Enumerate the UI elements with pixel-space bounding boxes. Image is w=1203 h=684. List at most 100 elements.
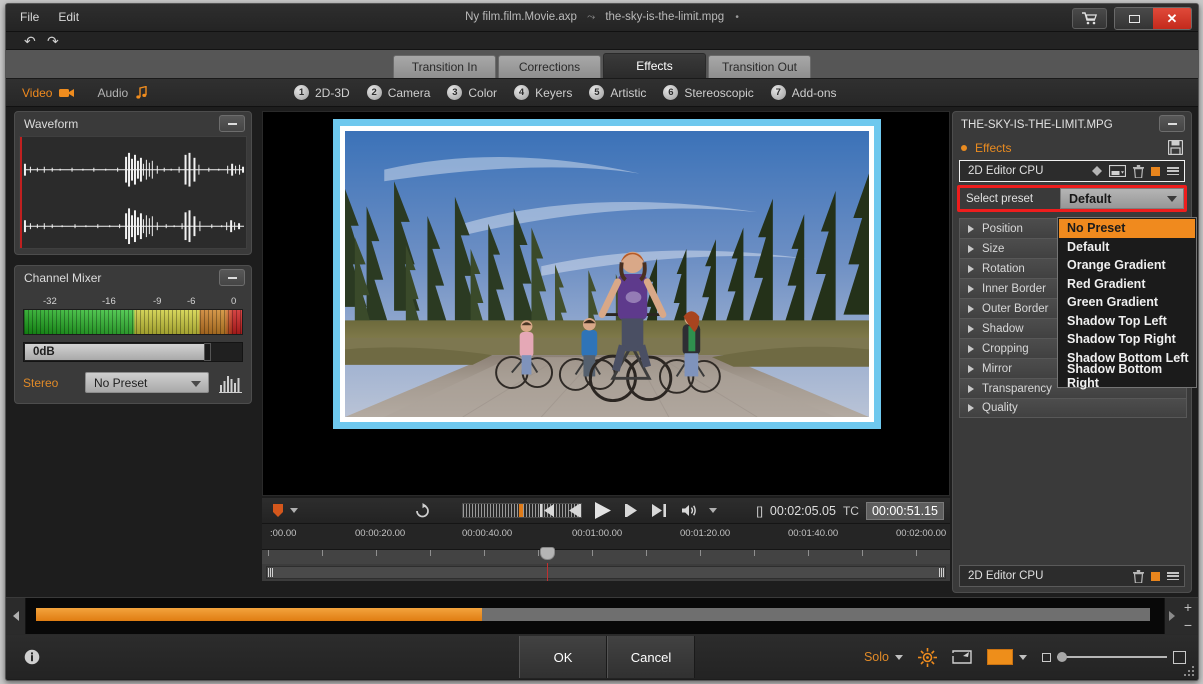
category-artistic[interactable]: 5 Artistic [589,85,646,100]
preset-option-shadow-bottom-right[interactable]: Shadow Bottom Right [1059,362,1195,390]
category-keyers[interactable]: 4 Keyers [514,85,572,100]
tab-effects[interactable]: Effects [603,53,706,78]
timeline-tick-row[interactable] [262,547,950,564]
preset-option-shadow-top-left[interactable]: Shadow Top Left [1059,312,1195,331]
effect-footer-row[interactable]: 2D Editor CPU [959,565,1185,587]
resize-grip-icon[interactable] [1183,664,1195,676]
category-number: 7 [770,85,786,100]
loop-icon[interactable] [414,503,431,518]
timeline-clip[interactable] [36,608,482,621]
volume-icon[interactable] [682,504,698,517]
preset-option-red-gradient[interactable]: Red Gradient [1059,275,1195,294]
category-2d-3d[interactable]: 1 2D-3D [294,85,350,100]
channel-preset-select[interactable]: No Preset [85,372,209,393]
marker-dropdown-icon[interactable] [290,508,298,513]
scrollbar-left-grip[interactable] [268,568,273,577]
gain-slider[interactable]: 0dB [23,342,243,362]
enable-square-icon[interactable] [1151,571,1160,581]
video-preview-area[interactable] [262,111,950,496]
info-icon[interactable] [24,649,40,665]
chevron-down-icon [191,381,201,387]
cancel-button[interactable]: Cancel [607,636,695,678]
menu-icon[interactable] [1167,572,1179,580]
property-label: Outer Border [982,302,1049,315]
waveform-minimize-button[interactable] [219,115,245,132]
timeline-track[interactable] [36,608,1150,621]
ok-button[interactable]: OK [519,636,607,678]
menu-file[interactable]: File [20,10,39,24]
restore-window-button[interactable] [1115,8,1153,29]
property-label: Mirror [982,362,1013,375]
step-backward-icon[interactable] [567,504,581,517]
preset-dropdown[interactable]: Default [1060,188,1184,209]
volume-control[interactable] [682,504,717,517]
category-stereoscopic[interactable]: 6 Stereoscopic [663,85,754,100]
modified-indicator: • [735,12,739,23]
trash-icon[interactable] [1133,164,1144,178]
effects-section-row[interactable]: Effects [953,137,1191,159]
preset-dropdown-menu[interactable]: No Preset Default Orange Gradient Red Gr… [1057,217,1197,390]
close-window-button[interactable]: ✕ [1153,8,1191,29]
save-disk-icon[interactable] [1168,140,1183,155]
audio-mode-toggle[interactable]: Audio [97,86,148,100]
preset-option-shadow-top-right[interactable]: Shadow Top Right [1059,330,1195,349]
video-mode-toggle[interactable]: Video [22,86,75,100]
keyframe-diamond-icon[interactable] [1092,166,1102,176]
timeline-playhead-handle[interactable] [540,547,555,560]
meter-tick-label: -9 [153,296,162,307]
undo-arrow-icon[interactable]: ↶ [24,33,36,50]
jog-shuttle-handle[interactable] [519,504,523,517]
waveform-display[interactable] [19,136,247,249]
ruler-label: 00:00:40.00 [462,528,513,539]
timeline-scroll-left-button[interactable] [6,598,26,634]
timeline-scroll-right-button[interactable] [1164,598,1178,634]
menu-icon[interactable] [1167,167,1179,175]
marker-flag-icon[interactable] [272,503,284,518]
zoom-slider[interactable] [1042,650,1186,664]
effect-instance-icons [1092,164,1179,178]
step-forward-icon[interactable] [625,504,639,517]
enable-square-icon[interactable] [1151,166,1160,176]
channel-preset-row: Stereo No Preset [23,372,243,393]
skip-to-start-icon[interactable] [540,504,554,517]
undo-redo-bar: ↶ ↷ [6,32,1198,50]
timeline-ruler[interactable]: :00.00 00:00:20.00 00:00:40.00 00:01:00.… [262,524,950,550]
preset-list-icon[interactable] [1109,165,1126,177]
background-color-dropdown[interactable] [987,649,1027,665]
trash-icon[interactable] [1133,569,1144,583]
category-color[interactable]: 3 Color [447,85,497,100]
gain-slider-handle[interactable] [204,343,211,361]
menu-edit[interactable]: Edit [58,10,79,24]
preset-option-default[interactable]: Default [1059,238,1195,257]
category-add-ons[interactable]: 7 Add-ons [770,85,837,100]
redo-arrow-icon[interactable]: ↷ [47,33,59,50]
shopping-cart-button[interactable] [1072,8,1107,29]
preset-option-orange-gradient[interactable]: Orange Gradient [1059,256,1195,275]
category-camera[interactable]: 2 Camera [366,85,430,100]
current-timecode[interactable]: 00:00:51.15 [865,501,944,520]
settings-star-icon[interactable] [918,647,937,667]
property-row-quality[interactable]: Quality [959,398,1187,418]
equalizer-icon[interactable] [219,373,243,393]
scrollbar-right-grip[interactable] [939,568,944,577]
expand-window-icon[interactable] [952,649,972,665]
preset-option-green-gradient[interactable]: Green Gradient [1059,293,1195,312]
zoom-out-icon[interactable]: − [1184,617,1192,633]
volume-dropdown-icon[interactable] [709,508,717,513]
tab-corrections[interactable]: Corrections [498,55,601,78]
tab-transition-in[interactable]: Transition In [393,55,496,78]
preset-option-no-preset[interactable]: No Preset [1059,219,1195,238]
color-swatch-icon[interactable] [987,649,1013,665]
zoom-slider-track[interactable] [1057,652,1167,662]
effect-panel-minimize-button[interactable] [1159,115,1185,132]
zoom-slider-handle[interactable] [1057,652,1067,662]
skip-to-end-icon[interactable] [652,504,666,517]
tab-transition-out[interactable]: Transition Out [708,55,811,78]
effect-instance-row[interactable]: 2D Editor CPU [959,160,1185,182]
zoom-in-icon[interactable]: + [1184,599,1192,615]
channel-mixer-minimize-button[interactable] [219,269,245,286]
solo-dropdown[interactable]: Solo [864,650,903,664]
timeline-scrollbar[interactable] [266,563,946,581]
zoom-small-icon [1042,652,1051,662]
play-icon[interactable] [594,502,612,519]
